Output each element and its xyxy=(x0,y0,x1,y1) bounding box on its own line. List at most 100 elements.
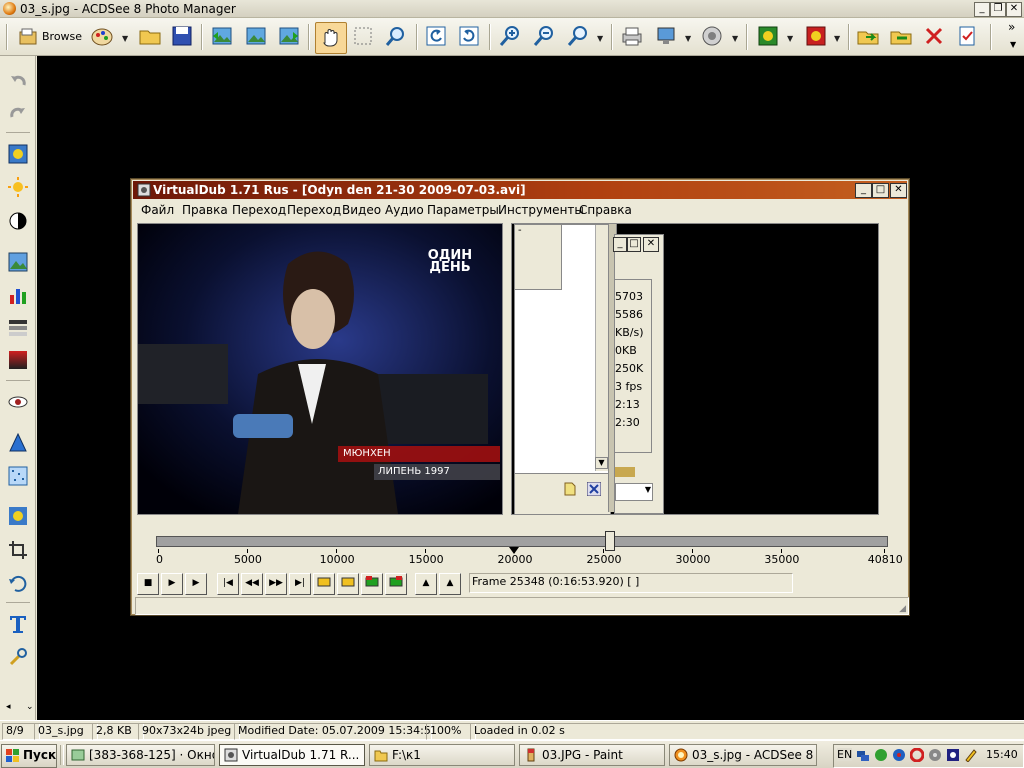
play-input-button[interactable]: ▶ xyxy=(161,573,183,595)
close-button[interactable]: ✕ xyxy=(1006,2,1022,17)
delete-button[interactable] xyxy=(922,24,948,50)
task-virtualdub[interactable]: VirtualDub 1.71 R... xyxy=(219,744,365,766)
scene-forward-button[interactable] xyxy=(385,573,407,595)
undo-button[interactable] xyxy=(8,70,28,90)
image-button[interactable] xyxy=(244,24,270,50)
noise-button[interactable] xyxy=(8,466,28,486)
wallpaper-dropdown-arrow[interactable]: ▼ xyxy=(685,34,691,43)
menu-file[interactable]: Файл xyxy=(141,203,174,217)
color-balance-button[interactable] xyxy=(8,252,28,272)
hand-tool-button[interactable] xyxy=(315,22,347,54)
rail-scroll-left[interactable]: ◂ xyxy=(6,702,11,712)
tray-app-icon[interactable] xyxy=(892,748,906,762)
curves-button[interactable] xyxy=(8,318,28,338)
scroll-down-arrow[interactable]: ▼ xyxy=(595,457,608,469)
zoom-out-button[interactable] xyxy=(532,24,558,50)
vd-close-button[interactable]: ✕ xyxy=(890,183,907,198)
rail-scroll-down[interactable]: ⌄ xyxy=(26,702,34,712)
mark-in-button[interactable]: ▲ xyxy=(415,573,437,595)
status-dialog-minimize[interactable]: _ xyxy=(613,237,627,252)
repair-button[interactable] xyxy=(8,647,28,667)
red-eye-button[interactable] xyxy=(8,392,28,412)
properties-button[interactable] xyxy=(955,24,981,50)
rotate-right-button[interactable] xyxy=(457,24,483,50)
next-keyframe-button[interactable] xyxy=(337,573,359,595)
browse-button[interactable]: Browse xyxy=(16,24,82,50)
sharpen-button[interactable] xyxy=(8,432,28,453)
restore-button[interactable]: ❐ xyxy=(990,2,1006,17)
stop-button[interactable]: ■ xyxy=(137,573,159,595)
mark-out-button[interactable]: ▲ xyxy=(439,573,461,595)
auto-exposure-button[interactable] xyxy=(8,144,28,164)
vd-maximize-button[interactable]: □ xyxy=(872,183,889,198)
print-button[interactable] xyxy=(620,24,646,50)
go-end-button[interactable]: ▶| xyxy=(289,573,311,595)
task-explorer-folder[interactable]: F:\к1 xyxy=(369,744,515,766)
menu-go-2[interactable]: Переход xyxy=(287,203,341,217)
menu-edit[interactable]: Правка xyxy=(182,203,228,217)
edit-dropdown-arrow[interactable]: ▼ xyxy=(122,34,128,43)
menu-audio[interactable]: Аудио xyxy=(385,203,424,217)
status-dialog-close[interactable]: ✕ xyxy=(643,237,659,252)
toolbar-overflow-arrow[interactable]: ▼ xyxy=(1010,40,1016,49)
selection-marker[interactable] xyxy=(508,547,519,554)
slideshow-dropdown-arrow[interactable]: ▼ xyxy=(787,34,793,43)
move-to-button[interactable] xyxy=(889,24,915,50)
pencil-icon[interactable] xyxy=(964,748,978,762)
vd-minimize-button[interactable]: _ xyxy=(855,183,872,198)
go-start-button[interactable]: |◀ xyxy=(217,573,239,595)
timeline-slider-thumb[interactable] xyxy=(604,531,615,551)
audio-button[interactable] xyxy=(700,24,726,50)
wallpaper-button[interactable] xyxy=(654,24,680,50)
task-paint[interactable]: 03.JPG - Paint xyxy=(519,744,665,766)
save-button[interactable] xyxy=(170,24,196,50)
minimize-button[interactable]: _ xyxy=(974,2,990,17)
audio-dropdown-arrow[interactable]: ▼ xyxy=(732,34,738,43)
brightness-button[interactable] xyxy=(8,177,28,197)
rotate-left-button[interactable] xyxy=(424,24,450,50)
priority-select[interactable]: ▼ xyxy=(615,483,653,501)
zoom-in-button[interactable] xyxy=(498,24,524,50)
antivirus-icon[interactable] xyxy=(874,748,888,762)
effects-dropdown-arrow[interactable]: ▼ xyxy=(834,34,840,43)
zoom-dropdown-arrow[interactable]: ▼ xyxy=(597,34,603,43)
effects-filter-button[interactable] xyxy=(8,506,28,526)
task-acdsee[interactable]: 03_s.jpg - ACDSee 8 P... xyxy=(669,744,817,766)
scene-back-button[interactable] xyxy=(361,573,383,595)
effects-button[interactable] xyxy=(804,24,830,50)
contrast-button[interactable] xyxy=(8,211,28,231)
zoom-fit-button[interactable] xyxy=(566,24,592,50)
prev-frame-button[interactable]: ◀◀ xyxy=(241,573,263,595)
copy-to-button[interactable] xyxy=(856,24,882,50)
disc-icon[interactable] xyxy=(928,748,942,762)
next-button[interactable] xyxy=(277,24,303,50)
open-button[interactable] xyxy=(138,24,164,50)
menu-tools[interactable]: Инструменты xyxy=(498,203,584,217)
media-icon[interactable] xyxy=(946,748,960,762)
menu-options[interactable]: Параметры xyxy=(427,203,499,217)
crop-button[interactable] xyxy=(8,540,28,560)
slideshow-button[interactable] xyxy=(756,24,782,50)
new-file-icon[interactable] xyxy=(563,482,577,496)
menu-video[interactable]: Видео xyxy=(342,203,381,217)
edit-button[interactable] xyxy=(90,24,116,50)
menu-go[interactable]: Переход xyxy=(232,203,286,217)
select-tool-button[interactable] xyxy=(351,24,377,50)
close-filter-icon[interactable] xyxy=(587,482,601,496)
filters-scrollbar[interactable] xyxy=(595,225,609,471)
gradient-button[interactable] xyxy=(8,350,28,370)
task-window-1[interactable]: [383-368-125] · Окно с... xyxy=(66,744,215,766)
status-dialog-maximize[interactable]: □ xyxy=(627,237,641,252)
previous-button[interactable] xyxy=(210,24,236,50)
select-arrow[interactable]: ▼ xyxy=(645,485,651,494)
levels-button[interactable] xyxy=(8,285,28,305)
prev-keyframe-button[interactable] xyxy=(313,573,335,595)
opera-icon[interactable] xyxy=(910,748,924,762)
redo-button[interactable] xyxy=(8,102,28,122)
play-output-button[interactable]: ▶ xyxy=(185,573,207,595)
zoom-tool-button[interactable] xyxy=(384,24,410,50)
timeline-track[interactable] xyxy=(156,536,888,547)
next-frame-button[interactable]: ▶▶ xyxy=(265,573,287,595)
language-indicator[interactable]: EN xyxy=(837,748,853,761)
toolbar-overflow-button[interactable]: » xyxy=(1008,20,1015,34)
